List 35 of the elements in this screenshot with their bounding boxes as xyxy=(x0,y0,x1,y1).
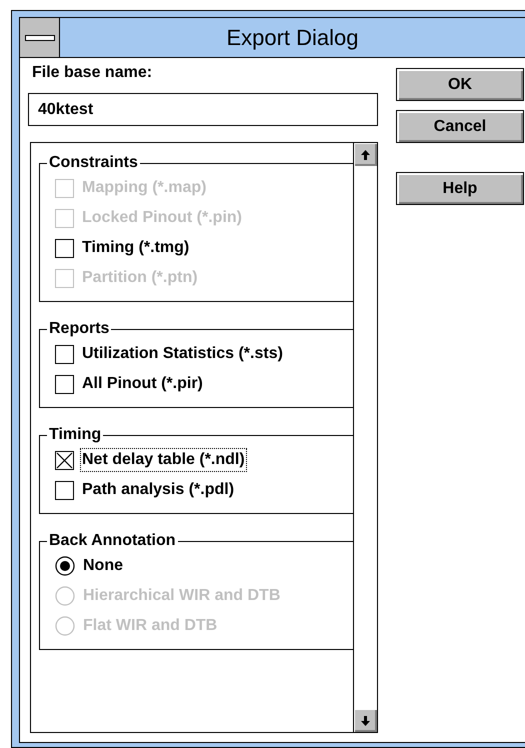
group-title: Reports xyxy=(48,319,110,339)
checkbox[interactable] xyxy=(55,238,74,258)
dialog-button[interactable]: Cancel xyxy=(396,110,524,143)
option-label: Timing (*.tmg) xyxy=(81,238,190,258)
option-label: Locked Pinout (*.pin) xyxy=(81,208,243,228)
field-label: File base name: xyxy=(32,63,154,83)
checkbox[interactable] xyxy=(55,374,74,394)
option-label: Path analysis (*.pdl) xyxy=(81,480,236,500)
option-label: Hierarchical WIR and DTB xyxy=(82,586,282,606)
checkbox[interactable] xyxy=(55,450,74,470)
option-label: None xyxy=(82,556,124,576)
option-label: Mapping (*.map) xyxy=(81,178,208,198)
option-label: Net delay table (*.ndl) xyxy=(80,448,247,472)
dialog-button[interactable]: Help xyxy=(396,172,524,205)
down-arrow-icon xyxy=(361,716,370,726)
option-label: Flat WIR and DTB xyxy=(82,616,218,636)
system-menu-button[interactable] xyxy=(20,18,60,57)
scroll-up-button[interactable] xyxy=(354,143,377,166)
option-label: Utilization Statistics (*.sts) xyxy=(81,344,284,364)
option-label: Partition (*.ptn) xyxy=(81,268,199,288)
group-title: Back Annotation xyxy=(48,531,177,551)
up-arrow-icon xyxy=(361,150,370,160)
scroll-down-button[interactable] xyxy=(354,709,377,732)
option-label: All Pinout (*.pir) xyxy=(81,374,204,394)
file-name-field[interactable]: 40ktest xyxy=(28,93,378,126)
window-title: Export Dialog xyxy=(225,24,360,52)
radio-button[interactable] xyxy=(55,556,75,576)
minus-icon xyxy=(24,34,54,40)
checkbox[interactable] xyxy=(55,344,74,364)
group-title: Timing xyxy=(48,425,102,445)
dialog-button[interactable]: OK xyxy=(396,68,524,101)
cross-mark-icon xyxy=(56,452,73,468)
checkbox[interactable] xyxy=(55,480,74,500)
scrollbar[interactable] xyxy=(353,143,377,732)
group-title: Constraints xyxy=(48,153,139,173)
